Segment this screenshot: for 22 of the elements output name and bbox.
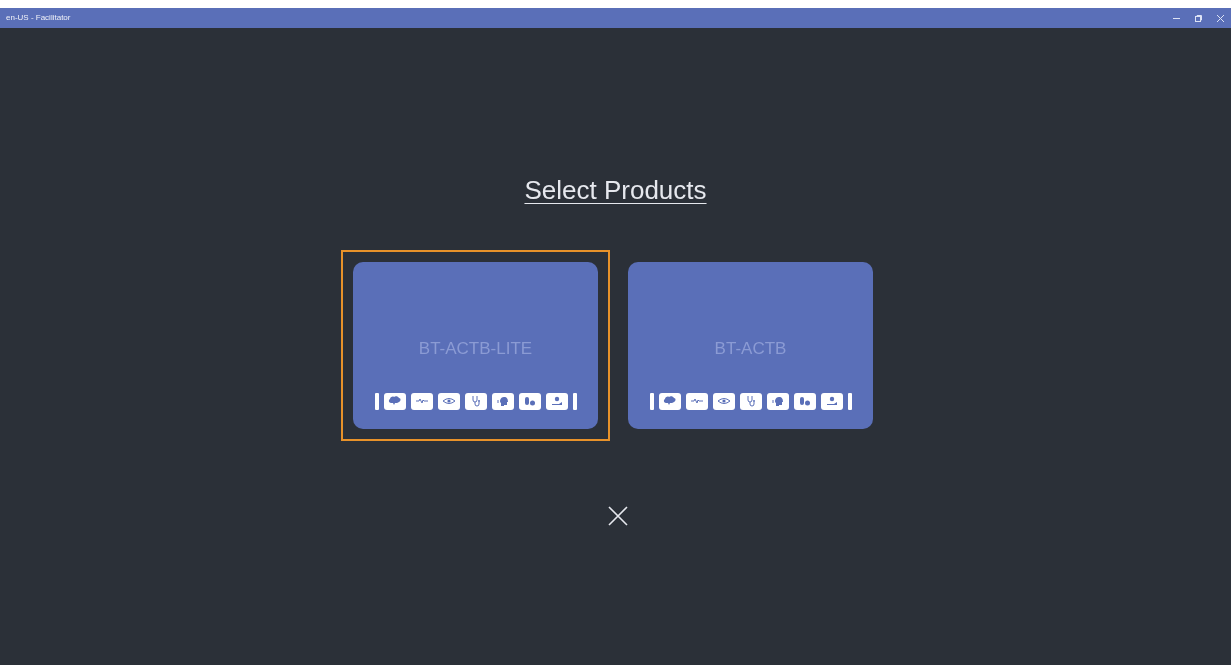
scroll-edge-icon xyxy=(374,392,379,410)
close-icon xyxy=(607,506,628,526)
restore-icon xyxy=(1194,14,1202,22)
close-icon xyxy=(1216,14,1224,22)
heartbeat-icon xyxy=(685,392,708,410)
window-title: en-US - Facilitator xyxy=(6,12,71,24)
eye-icon xyxy=(437,392,460,410)
pills-icon xyxy=(793,392,816,410)
brain-icon xyxy=(383,392,406,410)
page-heading: Select Products xyxy=(524,174,707,207)
speaking-head-icon xyxy=(491,392,514,410)
stethoscope-icon xyxy=(464,392,487,410)
scroll-edge-icon xyxy=(847,392,852,410)
minimize-icon xyxy=(1172,17,1180,19)
scroll-edge-icon xyxy=(649,392,654,410)
speaking-head-icon xyxy=(766,392,789,410)
heartbeat-icon xyxy=(410,392,433,410)
eye-icon xyxy=(712,392,735,410)
brain-icon xyxy=(658,392,681,410)
stethoscope-icon xyxy=(739,392,762,410)
pills-icon xyxy=(518,392,541,410)
scroll-edge-icon xyxy=(572,392,577,410)
